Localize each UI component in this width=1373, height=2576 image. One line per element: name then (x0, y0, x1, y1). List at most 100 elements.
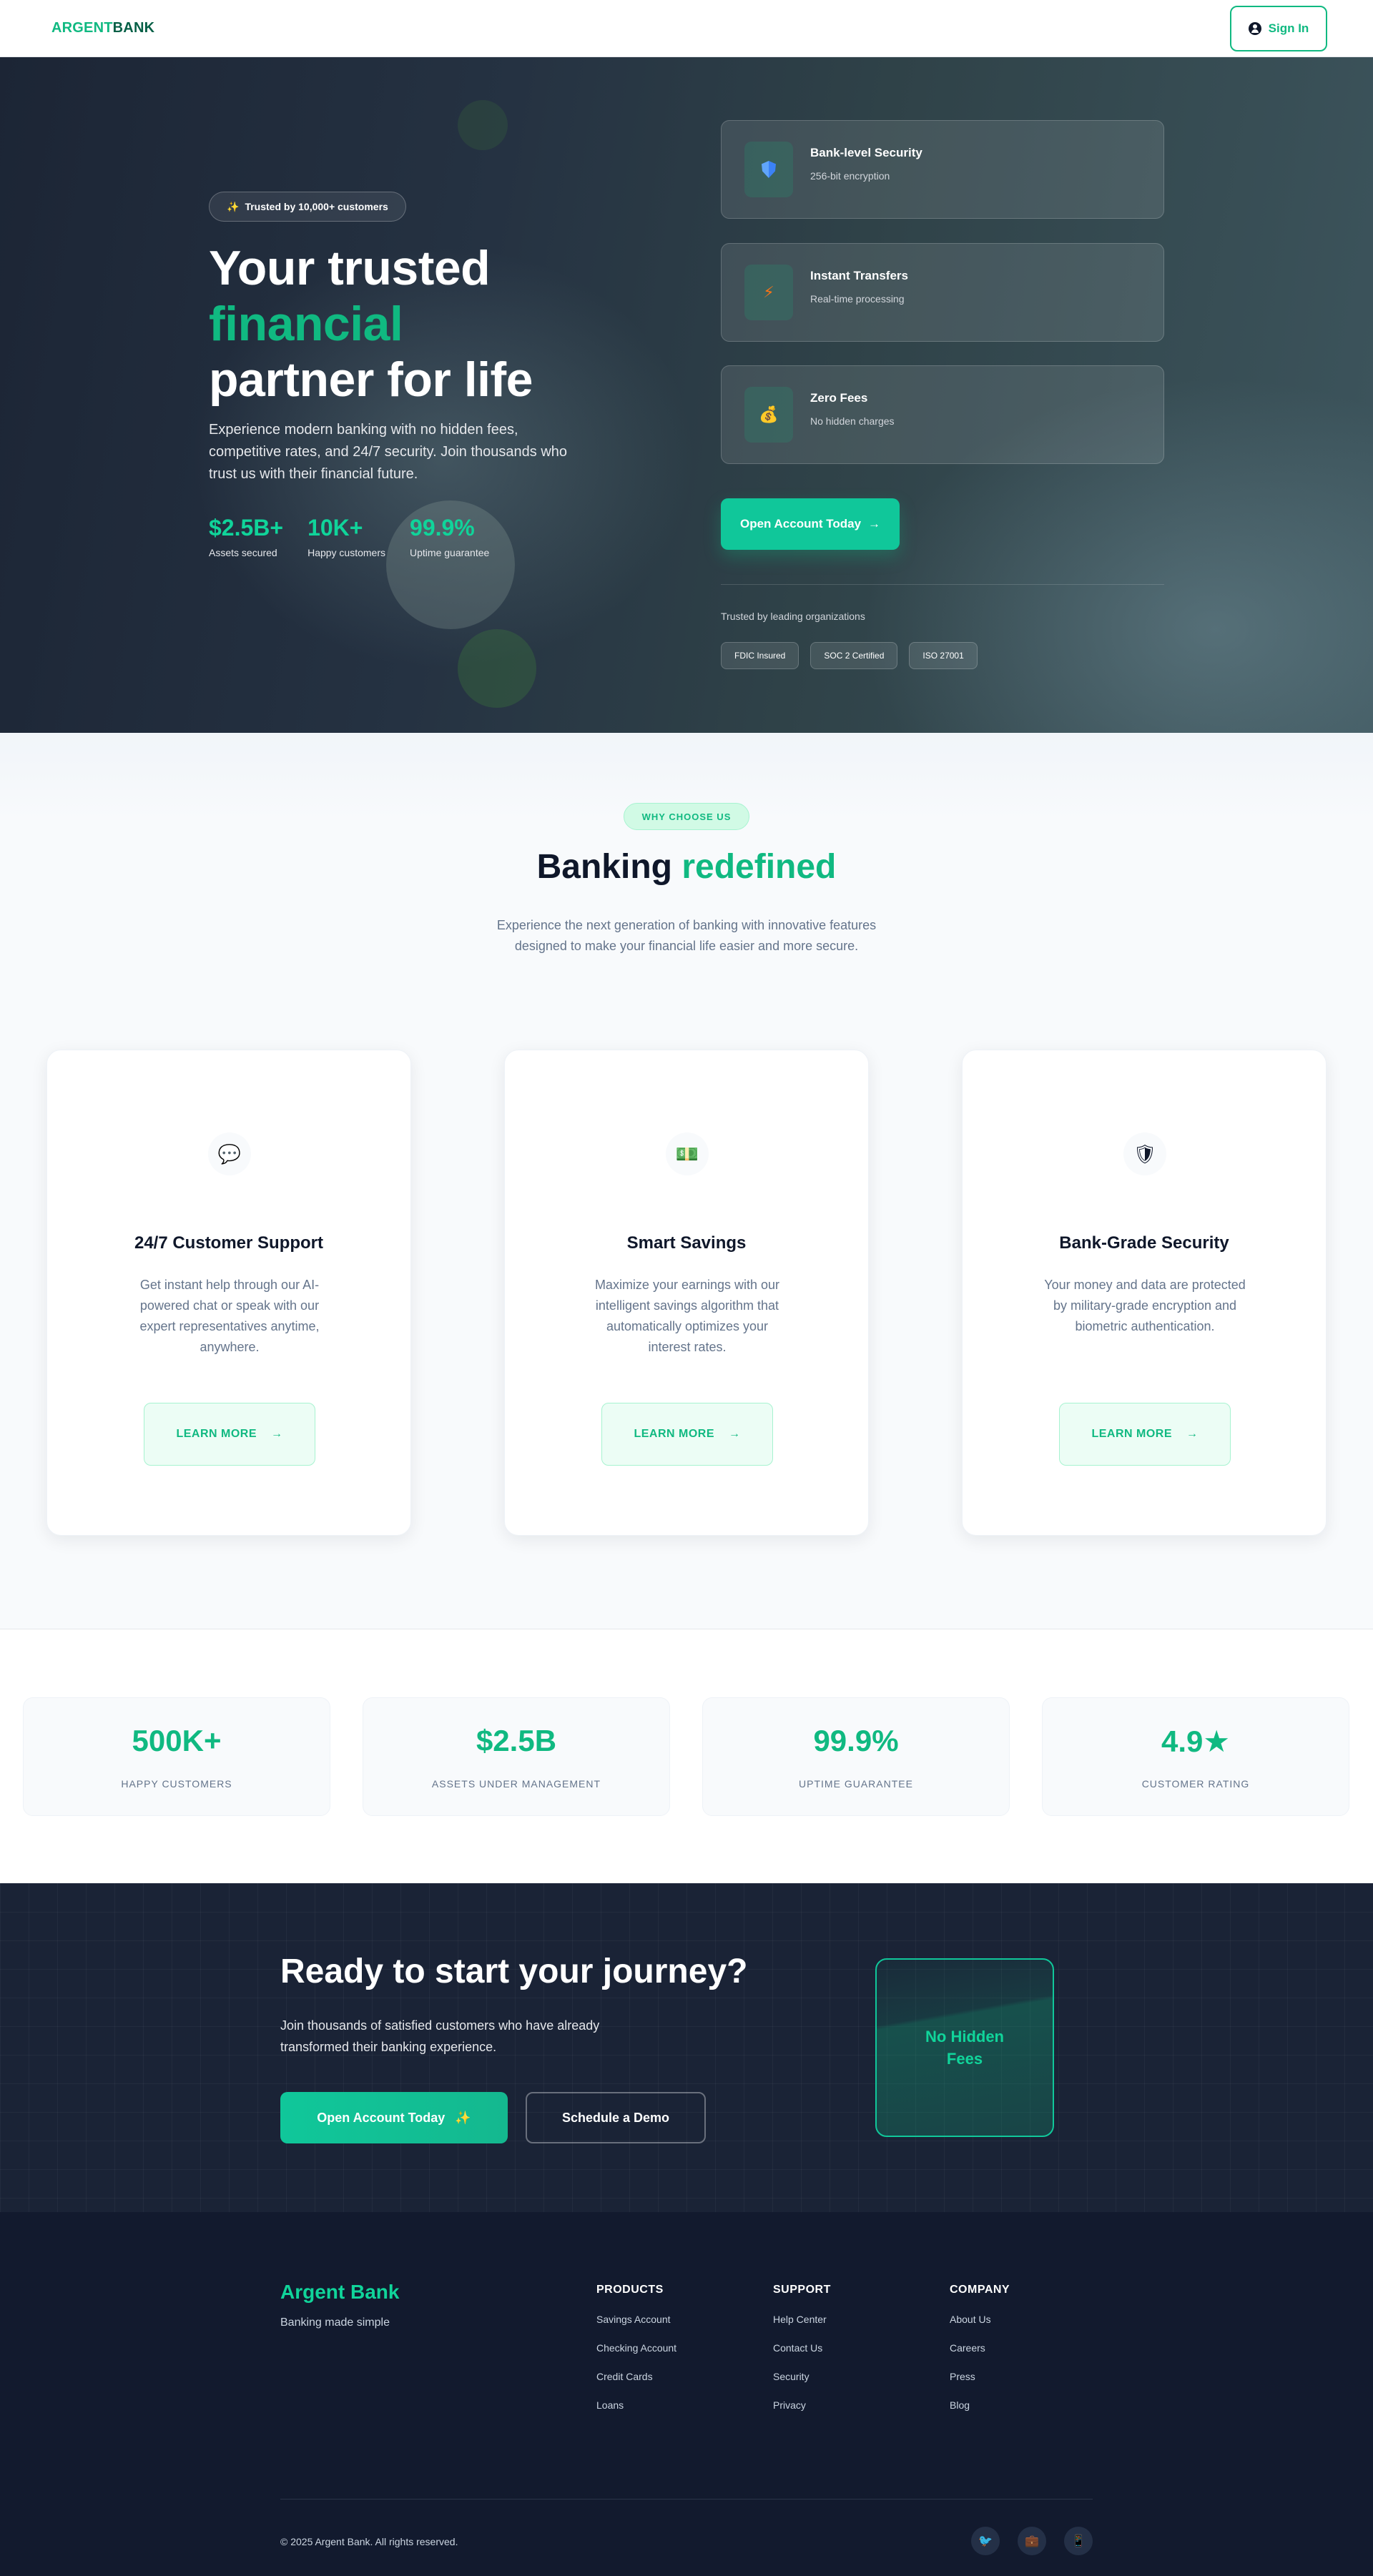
section-pill: WHY CHOOSE US (624, 803, 749, 830)
stat-label: CUSTOMER RATING (1141, 1778, 1250, 1790)
learn-more-label: LEARN MORE (634, 1428, 715, 1440)
learn-more-label: LEARN MORE (176, 1428, 257, 1440)
footer-link[interactable]: Contact Us (773, 2342, 831, 2354)
stat-box: $2.5B ASSETS UNDER MANAGEMENT (363, 1697, 670, 1816)
hero-title-line-2: financial (209, 297, 403, 351)
feature-card-support: 💬 24/7 Customer Support Get instant help… (46, 1050, 411, 1536)
trust-badge-label: Trusted by 10,000+ customers (245, 201, 388, 212)
shield-icon (762, 161, 776, 178)
arrow-right-icon: → (1186, 1428, 1199, 1440)
section-title-part-2: redefined (681, 848, 837, 886)
no-hidden-fees-card: No Hidden Fees (875, 1958, 1054, 2137)
feature-card-savings: 💵 Smart Savings Maximize your earnings w… (504, 1050, 869, 1536)
icon-tile: ⚡ (744, 265, 793, 320)
hero-title-line-1: Your trusted (209, 241, 491, 295)
user-circle-icon (1248, 21, 1261, 35)
hero-stat-value: $2.5B+ (209, 515, 284, 541)
footer-link[interactable]: Careers (950, 2342, 1010, 2354)
footer-column-company: COMPANY About Us Careers Press Blog (950, 2281, 1010, 2411)
learn-more-button[interactable]: LEARN MORE → (144, 1403, 315, 1466)
stat-value: 99.9% (813, 1724, 899, 1757)
chat-bubbles-icon: 💬 (208, 1132, 251, 1175)
arrow-right-icon: → (271, 1428, 283, 1440)
footer-link[interactable]: Help Center (773, 2314, 831, 2325)
footer-link[interactable]: Privacy (773, 2399, 831, 2411)
cta-open-account-button[interactable]: Open Account Today ✨ (280, 2092, 508, 2143)
footer-column-products: PRODUCTS Savings Account Checking Accoun… (596, 2281, 676, 2411)
feature-card-subtitle: No hidden charges (810, 415, 895, 427)
cta-open-account-label: Open Account Today (317, 2110, 446, 2125)
sign-in-button[interactable]: Sign In (1230, 5, 1327, 51)
footer-column-support: SUPPORT Help Center Contact Us Security … (773, 2281, 831, 2411)
hero-stat-label: Assets secured (209, 547, 277, 558)
footer-heading: PRODUCTS (596, 2284, 664, 2296)
footer-link[interactable]: Loans (596, 2399, 676, 2411)
sign-in-label: Sign In (1268, 21, 1309, 35)
briefcase-icon[interactable]: 💼 (1018, 2527, 1046, 2555)
arrow-right-icon: → (868, 517, 881, 531)
footer-link[interactable]: Checking Account (596, 2342, 676, 2354)
footer-link[interactable]: Security (773, 2371, 831, 2382)
stat-box: 500K+ HAPPY CUSTOMERS (23, 1697, 330, 1816)
stat-label: HAPPY CUSTOMERS (121, 1778, 232, 1790)
feature-card-subtitle: 256-bit encryption (810, 170, 890, 182)
open-account-label: Open Account Today (739, 517, 862, 531)
feature-card-security: Bank-level Security 256-bit encryption (721, 120, 1164, 219)
card-title: 24/7 Customer Support (134, 1233, 324, 1253)
shield-check-icon: 🛡 (1123, 1132, 1166, 1175)
learn-more-button[interactable]: LEARN MORE → (601, 1403, 773, 1466)
learn-more-label: LEARN MORE (1091, 1428, 1173, 1440)
hero-stat-label: Uptime guarantee (410, 547, 490, 558)
icon-tile: 💰 (744, 387, 793, 443)
schedule-demo-button[interactable]: Schedule a Demo (526, 2092, 706, 2143)
cta-title: Ready to start your journey? (280, 1953, 748, 1990)
card-description: Maximize your earnings with our intellig… (594, 1278, 780, 1354)
feature-card-security-grade: 🛡 Bank-Grade Security Your money and dat… (962, 1050, 1327, 1536)
open-account-button[interactable]: Open Account Today → (721, 498, 900, 550)
features-section: WHY CHOOSE US Banking redefined Experien… (0, 733, 1373, 1629)
footer-brand[interactable]: Argent Bank (280, 2281, 399, 2304)
certification-badges: FDIC Insured SOC 2 Certified ISO 27001 (721, 642, 978, 669)
stat-box: 99.9% UPTIME GUARANTEE (702, 1697, 1010, 1816)
icon-tile (744, 142, 793, 197)
trusted-label: Trusted by leading organizations (721, 611, 865, 622)
copyright: © 2025 Argent Bank. All rights reserved. (280, 2536, 458, 2547)
section-subtitle: Experience the next generation of bankin… (496, 918, 877, 953)
stat-value: $2.5B (476, 1724, 557, 1757)
hero-stat-label: Happy customers (307, 547, 386, 558)
top-nav: ARGENTBANK Sign In (0, 0, 1373, 57)
stat-value: 4.9★ (1161, 1724, 1231, 1758)
brand-logo[interactable]: ARGENTBANK (51, 20, 154, 36)
sparkles-icon: ✨ (227, 200, 240, 212)
logo-part-2: BANK (112, 20, 155, 36)
arrow-right-icon: → (729, 1428, 741, 1440)
card-description: Get instant help through our AI-powered … (139, 1278, 320, 1354)
stat-label: ASSETS UNDER MANAGEMENT (431, 1778, 601, 1790)
bird-icon[interactable]: 🐦 (971, 2527, 1000, 2555)
footer-link[interactable]: About Us (950, 2314, 1010, 2325)
stats-band: 500K+ HAPPY CUSTOMERS $2.5B ASSETS UNDER… (0, 1629, 1373, 1883)
cta-section: Ready to start your journey? Join thousa… (0, 1883, 1373, 2212)
stat-value: 500K+ (132, 1724, 222, 1757)
hero-stat: 99.9% Uptime guarantee (410, 515, 489, 558)
no-hidden-fees-label: No Hidden Fees (925, 2028, 1004, 2068)
hero-stat: $2.5B+ Assets secured (209, 515, 283, 558)
footer: Argent Bank Banking made simple PRODUCTS… (0, 2212, 1373, 2576)
hero-stats: $2.5B+ Assets secured 10K+ Happy custome… (209, 515, 489, 558)
footer-link[interactable]: Press (950, 2371, 1010, 2382)
footer-heading: SUPPORT (773, 2284, 831, 2296)
phone-icon[interactable]: 📱 (1064, 2527, 1093, 2555)
footer-link[interactable]: Blog (950, 2399, 1010, 2411)
cert-badge: SOC 2 Certified (810, 642, 898, 669)
divider (721, 584, 1164, 585)
hero-title-line-3: partner for life (209, 352, 533, 407)
footer-tagline: Banking made simple (280, 2316, 390, 2329)
stat-box: 4.9★ CUSTOMER RATING (1042, 1697, 1349, 1816)
cert-badge: FDIC Insured (721, 642, 799, 669)
card-description: Your money and data are protected by mil… (1044, 1278, 1246, 1333)
cta-description: Join thousands of satisfied customers wh… (280, 2018, 600, 2054)
learn-more-button[interactable]: LEARN MORE → (1059, 1403, 1231, 1466)
card-title: Smart Savings (626, 1233, 747, 1253)
footer-link[interactable]: Credit Cards (596, 2371, 676, 2382)
footer-link[interactable]: Savings Account (596, 2314, 676, 2325)
